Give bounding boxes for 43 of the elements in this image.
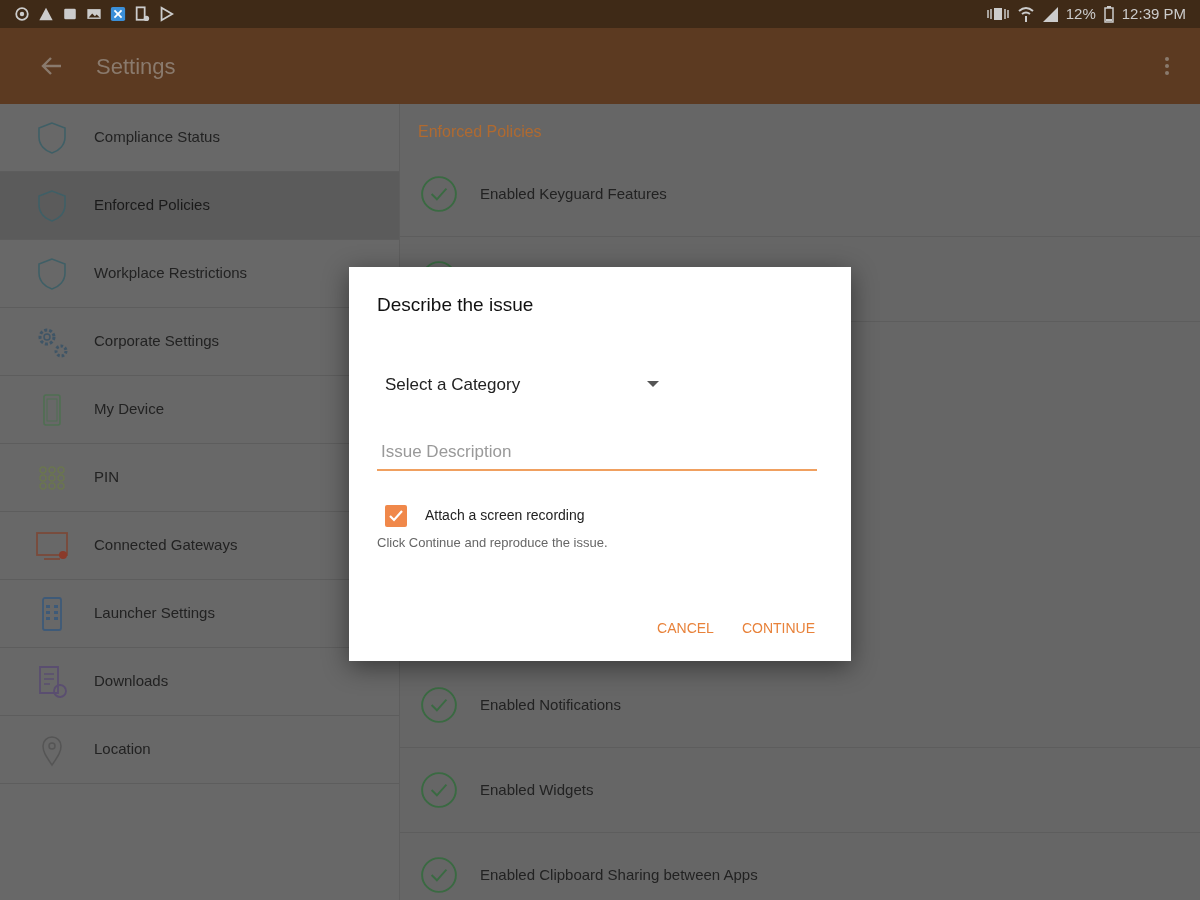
sidebar-item[interactable]: Compliance Status [94,126,220,149]
sidebar-item[interactable]: Enforced Policies [94,194,210,217]
policy-label: Enabled Widgets [480,779,594,800]
app-bar-title: Settings [96,52,176,81]
signal-icon [1041,6,1058,22]
sidebar-item[interactable]: My Device [94,398,164,421]
sidebar-item[interactable]: Location [94,738,151,761]
check-circle-icon [420,856,458,894]
check-circle-icon [420,771,458,809]
category-dropdown[interactable]: Select a Category [377,367,667,401]
policy-label: Enabled Notifications [480,694,621,715]
vibrate-icon [985,7,1010,21]
app-icon [110,6,126,22]
clock-time: 12:39 PM [1121,3,1186,24]
back-arrow-icon[interactable] [40,56,62,76]
section-heading: Enforced Policies [417,122,543,142]
check-circle-icon [420,175,458,213]
storage-icon [62,6,78,22]
wifi-icon [1017,6,1034,22]
policy-label: Enabled Keyguard Features [480,183,667,204]
sidebar-item[interactable]: Launcher Settings [94,602,215,625]
battery-percent: 12% [1065,3,1096,24]
cancel-button[interactable]: CANCEL [647,612,724,645]
hint-text: Click Continue and reproduce the issue. [377,533,609,552]
sidebar-item[interactable]: Workplace Restrictions [94,262,248,285]
notification-icon [14,6,30,22]
device-icon [134,6,150,22]
sidebar-item[interactable]: PIN [94,466,119,489]
checkbox[interactable] [385,504,407,527]
battery-icon [1103,5,1114,23]
sidebar-item[interactable]: Connected Gateways [94,534,238,557]
warning-icon [38,6,54,22]
caret-icon [647,380,659,389]
sidebar-item[interactable]: Corporate Settings [94,330,220,353]
checkbox-label: Attach a screen recording [425,506,585,525]
image-icon [86,6,102,22]
sidebar-item[interactable]: Downloads [94,670,169,693]
play-icon [158,6,174,22]
policy-label: Enabled Clipboard Sharing between Apps [480,864,758,885]
check-circle-icon [420,686,458,724]
dialog-title: Describe the issue [377,293,535,317]
continue-button[interactable]: CONTINUE [731,612,825,645]
overflow-menu-icon[interactable] [1164,56,1170,76]
